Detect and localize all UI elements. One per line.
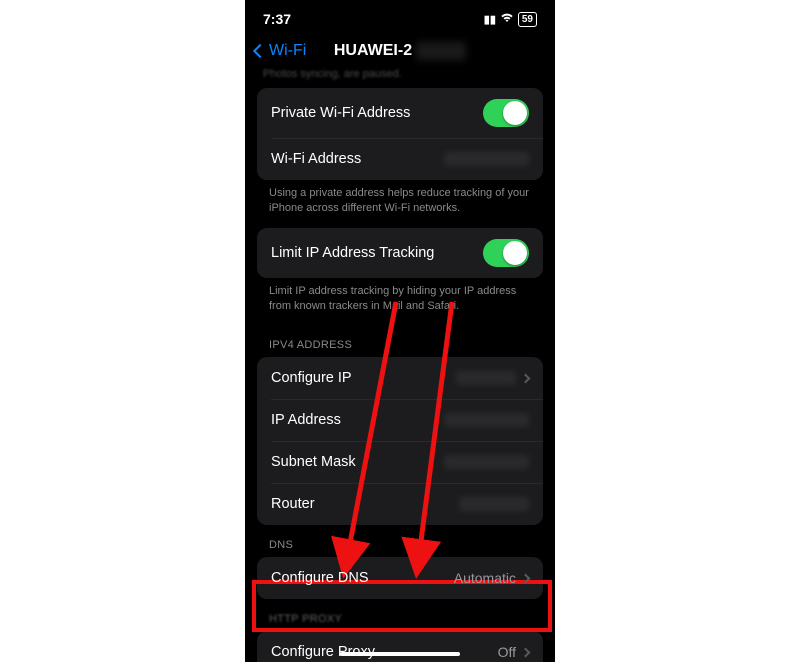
row-private-wifi[interactable]: Private Wi-Fi Address [257,88,543,138]
page-title: HUAWEI-2 [334,42,412,60]
row-ip-address[interactable]: IP Address [257,399,543,441]
group-private-wifi: Private Wi-Fi Address Wi-Fi Address [257,88,543,180]
back-label: Wi-Fi [269,42,306,60]
group-ipv4: Configure IP IP Address Subnet Mask Rout… [257,357,543,525]
title-blur [416,42,466,60]
wifi-icon [500,13,514,26]
row-limit-ip[interactable]: Limit IP Address Tracking [257,228,543,278]
group-limit-ip: Limit IP Address Tracking [257,228,543,278]
row-configure-dns[interactable]: Configure DNS Automatic [257,557,543,599]
row-label: Private Wi-Fi Address [271,105,410,121]
footnote-private-wifi: Using a private address helps reduce tra… [245,180,555,228]
row-value [456,371,529,385]
battery-icon: 59 [518,12,537,27]
phone-frame: 7:37 ▮▮ 59 Wi-Fi HUAWEI-2 Photos syncing… [245,0,555,662]
toggle-private-wifi[interactable] [483,99,529,127]
signal-icon: ▮▮ [484,13,496,26]
section-header-ipv4: IPV4 ADDRESS [245,325,555,357]
row-label: Configure IP [271,370,352,386]
chevron-right-icon [521,647,531,657]
row-value: Off [498,644,529,660]
row-label: Configure DNS [271,570,369,586]
status-time: 7:37 [263,11,291,27]
row-label: Subnet Mask [271,454,356,470]
footnote-limit-ip: Limit IP address tracking by hiding your… [245,278,555,326]
row-label: Limit IP Address Tracking [271,245,434,261]
row-label: Router [271,496,315,512]
section-header-dns: DNS [245,525,555,557]
chevron-right-icon [521,573,531,583]
nav-header: Wi-Fi HUAWEI-2 [245,38,555,66]
group-proxy: Configure Proxy Off [257,631,543,662]
group-dns: Configure DNS Automatic [257,557,543,599]
chevron-left-icon [253,44,267,58]
row-configure-proxy[interactable]: Configure Proxy Off [257,631,543,662]
chevron-right-icon [521,373,531,383]
status-right: ▮▮ 59 [484,12,537,27]
row-label: Wi-Fi Address [271,151,361,167]
toggle-limit-ip[interactable] [483,239,529,267]
row-label: IP Address [271,412,341,428]
section-header-proxy: HTTP PROXY [245,599,555,631]
row-value [459,497,529,511]
row-label: Configure Proxy [271,644,375,660]
row-value [444,455,529,469]
row-value [444,152,529,166]
row-configure-ip[interactable]: Configure IP [257,357,543,399]
row-subnet-mask[interactable]: Subnet Mask [257,441,543,483]
status-bar: 7:37 ▮▮ 59 [245,0,555,38]
row-value [444,413,529,427]
faded-top-text: Photos syncing, are paused. [245,66,555,88]
row-router[interactable]: Router [257,483,543,525]
row-wifi-address[interactable]: Wi-Fi Address [257,138,543,180]
back-button[interactable]: Wi-Fi [255,42,306,60]
row-value: Automatic [454,570,529,586]
